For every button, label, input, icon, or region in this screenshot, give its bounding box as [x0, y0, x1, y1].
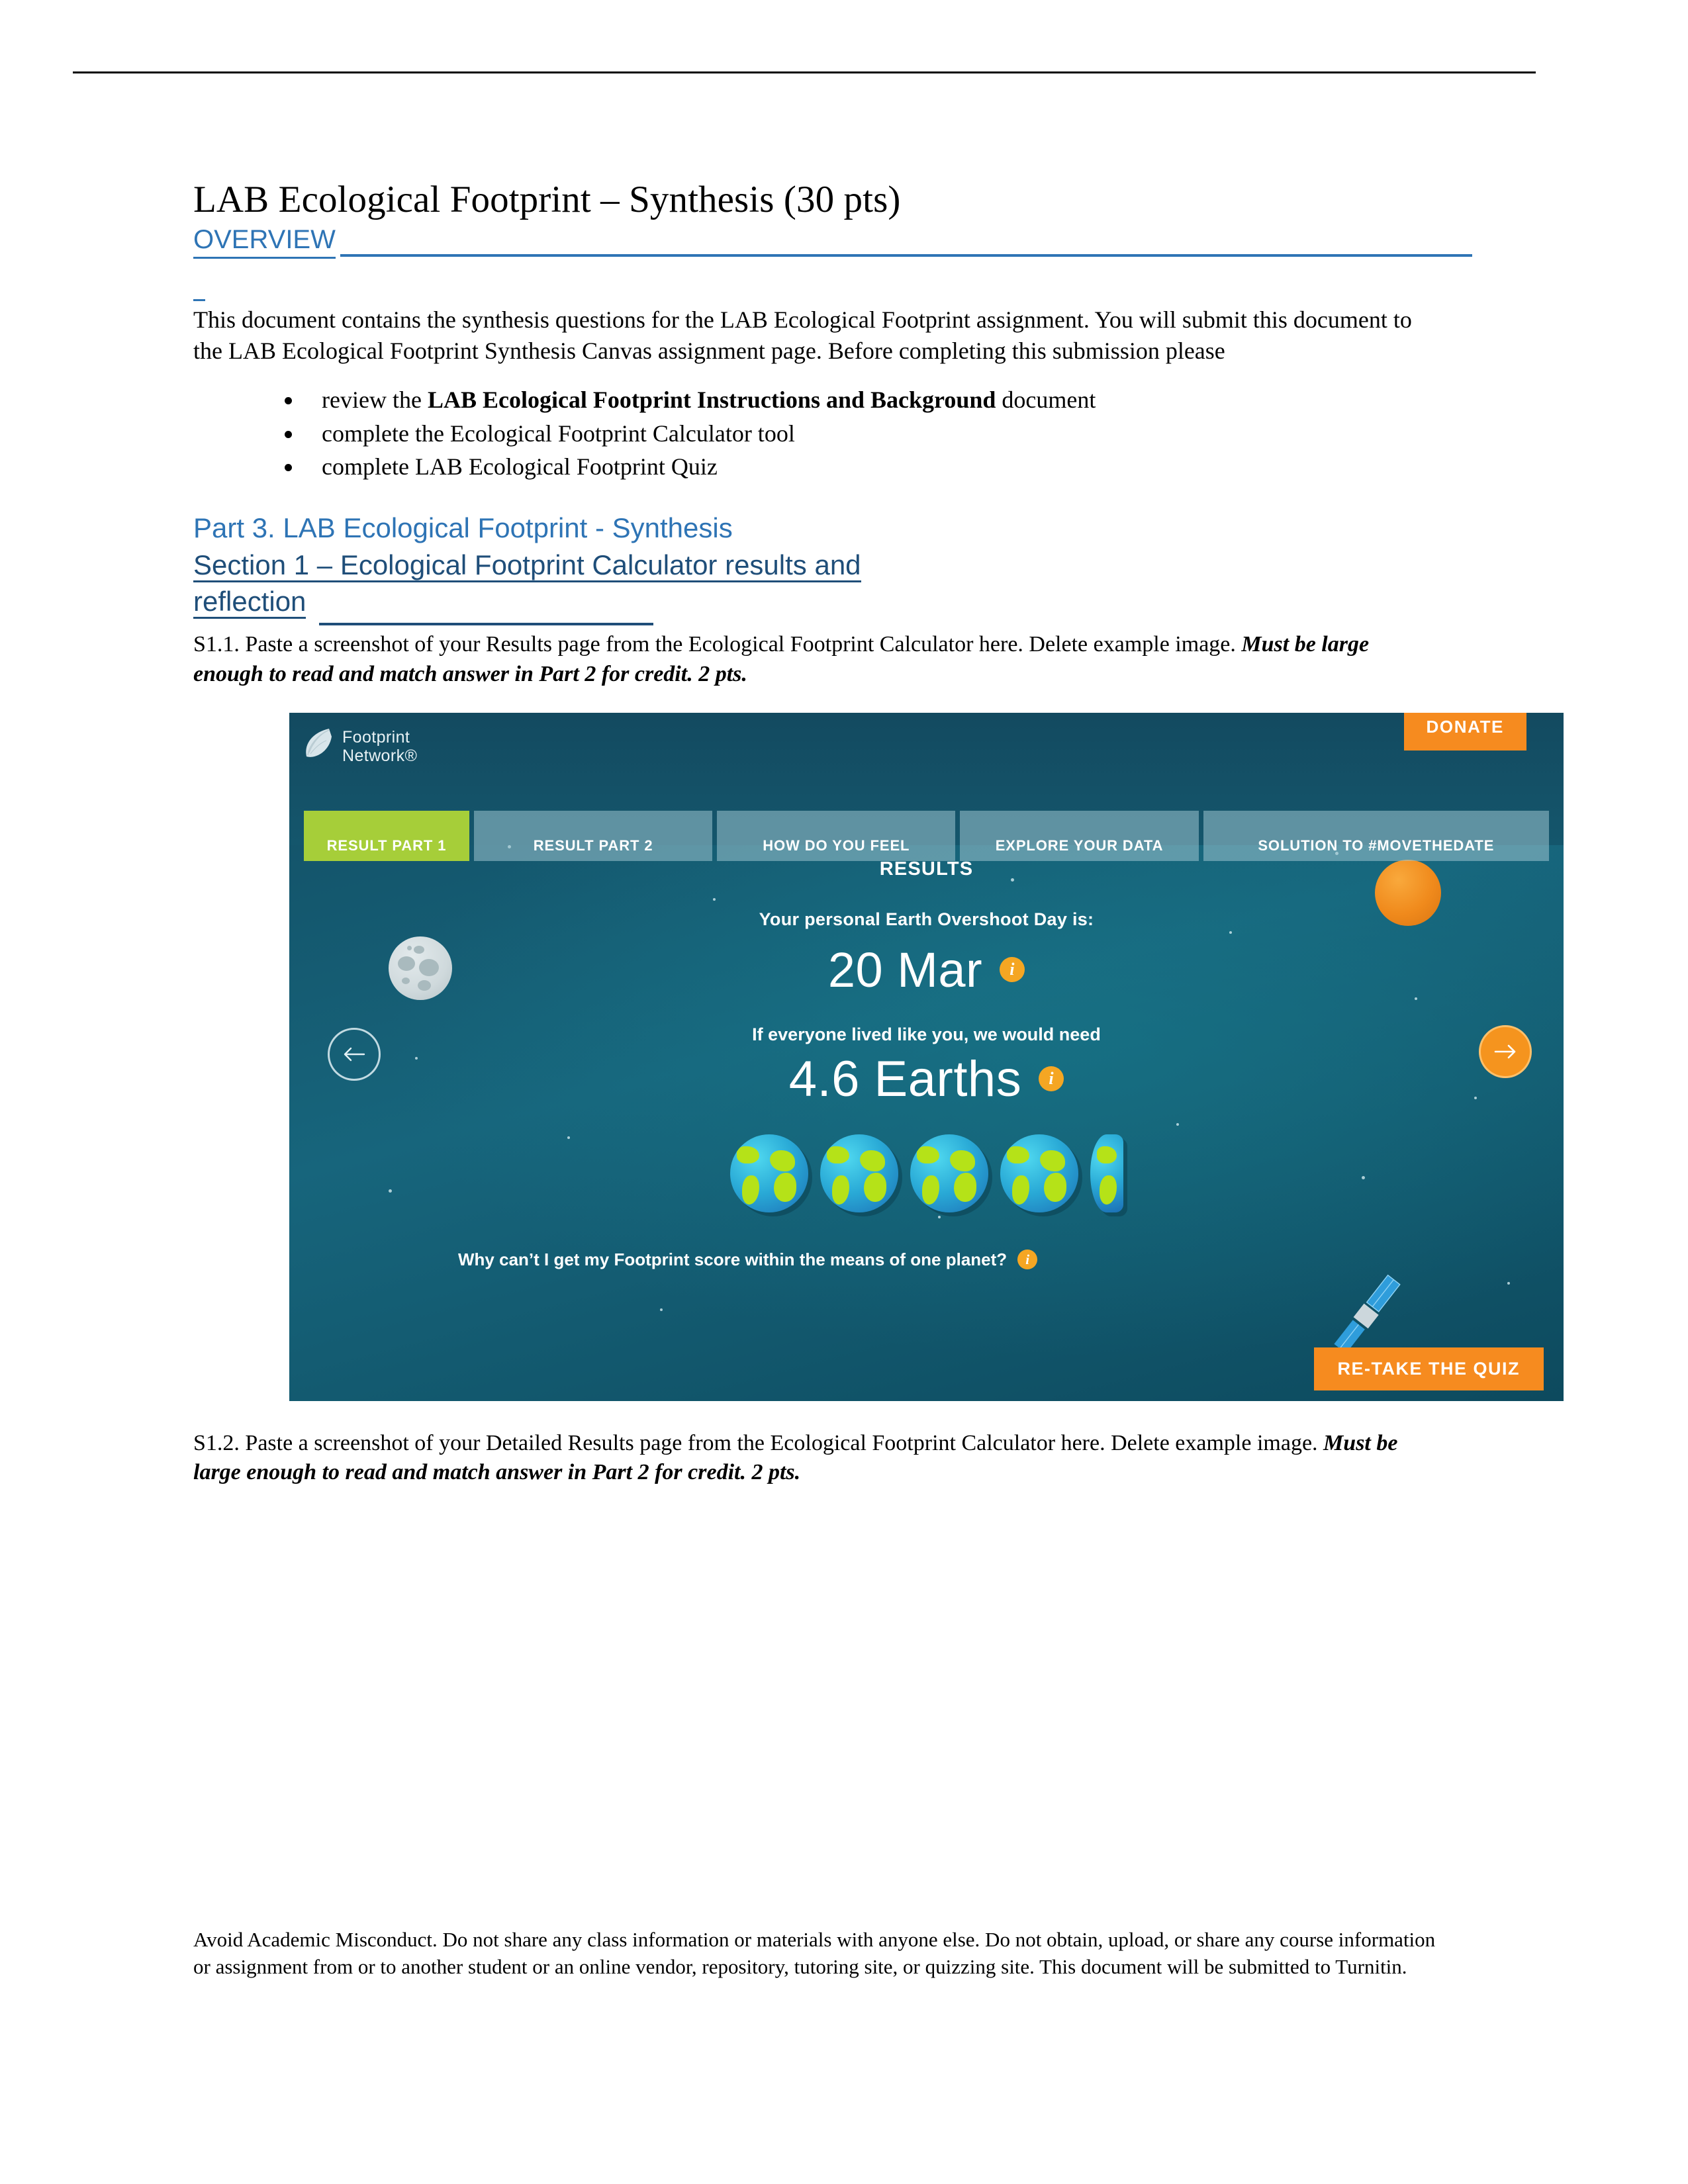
tab-result-part-2[interactable]: RESULT PART 2 — [474, 810, 713, 861]
landmass — [1011, 1175, 1029, 1205]
landmass — [1039, 1150, 1065, 1171]
list-item-lead: complete the Ecological Footprint Calcul… — [322, 420, 795, 447]
document-page: LAB Ecological Footprint – Synthesis (30… — [0, 0, 1688, 2184]
results-title: RESULTS — [879, 858, 974, 880]
why-question-row: Why can’t I get my Footprint score withi… — [458, 1250, 1564, 1270]
section-heading-block: Section 1 – Ecological Footprint Calcula… — [193, 547, 1438, 626]
logo-line-1: Footprint — [342, 727, 410, 747]
leaf-icon — [306, 728, 332, 757]
landmass — [859, 1150, 885, 1171]
section-heading: Section 1 – Ecological Footprint Calcula… — [193, 547, 1438, 619]
section-heading-line1: Section 1 – Ecological Footprint Calcula… — [193, 549, 861, 583]
landmass — [826, 1146, 849, 1163]
list-item: complete LAB Ecological Footprint Quiz — [281, 451, 1438, 483]
globe-icon — [910, 1134, 988, 1212]
tab-solution-to-movethedate[interactable]: SOLUTION TO #MOVETHEDATE — [1203, 810, 1549, 861]
overshoot-day-value: 20 Mar — [827, 942, 983, 997]
list-item-tail: document — [996, 387, 1096, 414]
star — [1507, 1281, 1510, 1285]
footprint-network-logo[interactable]: Footprint Network® — [303, 727, 417, 766]
overview-heading-rule — [340, 253, 1472, 257]
landmass — [741, 1175, 759, 1205]
logo-text: Footprint Network® — [342, 728, 417, 765]
document-content: LAB Ecological Footprint – Synthesis (30… — [193, 179, 1564, 1487]
earths-value-row: 4.6 Earths i — [289, 1050, 1564, 1108]
intro-paragraph: This document contains the synthesis que… — [193, 306, 1412, 364]
landmass — [769, 1150, 795, 1171]
landmass — [1099, 1175, 1117, 1205]
satellite-icon — [1334, 1274, 1401, 1353]
donate-button[interactable]: DONATE — [1403, 712, 1526, 751]
landmass — [831, 1175, 849, 1205]
landmass — [949, 1150, 975, 1171]
overview-heading: OVERVIEW — [193, 224, 336, 259]
overshoot-day-label: Your personal Earth Overshoot Day is: — [759, 909, 1094, 929]
tab-how-do-you-feel[interactable]: HOW DO YOU FEEL — [717, 810, 956, 861]
question-s1-2-text: S1.2. Paste a screenshot of your Detaile… — [193, 1430, 1324, 1455]
list-item-bold: LAB Ecological Footprint Instructions an… — [427, 387, 996, 414]
list-item: review the LAB Ecological Footprint Inst… — [281, 385, 1438, 416]
globe-icon — [820, 1134, 898, 1212]
list-item: complete the Ecological Footprint Calcul… — [281, 418, 1438, 450]
landmass — [1006, 1146, 1029, 1163]
overshoot-day-value-row: 20 Mar i — [289, 942, 1564, 998]
tab-result-part-1[interactable]: RESULT PART 1 — [304, 810, 469, 861]
page-title: LAB Ecological Footprint – Synthesis (30… — [193, 179, 901, 220]
globe-icon — [1000, 1134, 1078, 1212]
footprint-calculator-screenshot: Footprint Network® DONATE RESULT PART 1 … — [289, 712, 1564, 1401]
lived-like-you-label: If everyone lived like you, we would nee… — [752, 1024, 1101, 1044]
list-item-lead: review the — [322, 387, 428, 414]
list-item-lead: complete LAB Ecological Footprint Quiz — [322, 453, 718, 480]
prerequisite-list: review the LAB Ecological Footprint Inst… — [193, 385, 1438, 483]
info-icon[interactable]: i — [1017, 1250, 1038, 1270]
retake-quiz-button[interactable]: RE-TAKE THE QUIZ — [1313, 1347, 1544, 1390]
part-heading: Part 3. LAB Ecological Footprint - Synth… — [193, 512, 733, 543]
earth-globes — [289, 1134, 1564, 1212]
landmass — [1043, 1172, 1066, 1202]
logo-line-2: Network® — [342, 746, 418, 765]
landmass — [921, 1175, 939, 1205]
globe-partial-icon — [1090, 1134, 1123, 1212]
globe-icon — [729, 1134, 808, 1212]
landmass — [863, 1172, 886, 1202]
earths-value: 4.6 Earths — [788, 1050, 1022, 1107]
info-icon[interactable]: i — [1039, 1066, 1064, 1092]
landmass — [953, 1172, 976, 1202]
results-panel: RESULTS Your personal Earth Overshoot Da… — [289, 858, 1564, 1270]
tab-explore-your-data[interactable]: EXPLORE YOUR DATA — [960, 810, 1199, 861]
academic-misconduct-note: Avoid Academic Misconduct. Do not share … — [193, 1928, 1436, 1979]
section-heading-rule — [319, 623, 653, 626]
question-s1-1: S1.1. Paste a screenshot of your Results… — [193, 630, 1438, 688]
question-s1-1-text: S1.1. Paste a screenshot of your Results… — [193, 632, 1242, 657]
landmass — [916, 1146, 939, 1163]
why-question-text: Why can’t I get my Footprint score withi… — [458, 1249, 1008, 1269]
landmass — [736, 1146, 759, 1163]
star — [660, 1308, 663, 1311]
calculator-tabs: RESULT PART 1 RESULT PART 2 HOW DO YOU F… — [304, 810, 1549, 861]
landmass — [1096, 1146, 1117, 1163]
header-rule — [73, 71, 1536, 73]
landmass — [773, 1172, 796, 1202]
overview-heading-row: OVERVIEW — [193, 224, 1472, 261]
question-s1-2: S1.2. Paste a screenshot of your Detaile… — [193, 1429, 1438, 1487]
overview-heading-tail — [193, 279, 205, 301]
section-heading-line2: reflection — [193, 585, 306, 619]
info-icon[interactable]: i — [1000, 957, 1025, 983]
